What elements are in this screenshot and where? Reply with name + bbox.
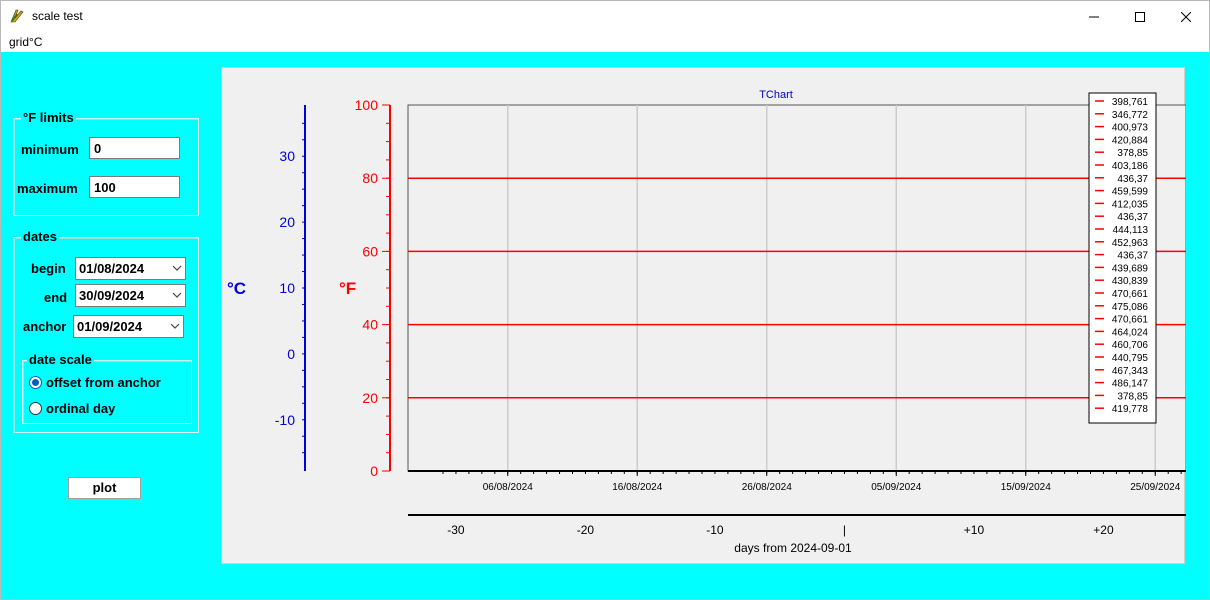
- minimize-button[interactable]: [1071, 1, 1117, 32]
- celsius-tick-label: -10: [275, 412, 295, 428]
- legend-entry-label: 436,37: [1117, 212, 1148, 223]
- maximize-button[interactable]: [1117, 1, 1163, 32]
- offset-tick-label: |: [843, 523, 846, 537]
- fahrenheit-tick-label: 100: [355, 97, 379, 113]
- chevron-down-icon: [172, 292, 182, 298]
- close-icon: [1181, 11, 1191, 22]
- date-tick-label: 05/09/2024: [871, 482, 921, 493]
- legend-entry-label: 440,795: [1112, 353, 1149, 364]
- offset-tick-label: -30: [447, 523, 465, 537]
- radio-selected-icon: [29, 376, 42, 389]
- offset-tick-label: +20: [1093, 523, 1114, 537]
- legend-entry-label: 470,661: [1112, 289, 1149, 300]
- legend-entry-label: 467,343: [1112, 366, 1149, 377]
- fahrenheit-tick-label: 60: [362, 243, 378, 259]
- radio-unselected-icon: [29, 402, 42, 415]
- celsius-tick-label: 30: [279, 148, 295, 164]
- offset-tick-label: +10: [964, 523, 985, 537]
- chart: TChart °C °F days from 2024-09-01 06/08/…: [227, 89, 1186, 555]
- legend-entry-label: 444,113: [1113, 225, 1149, 236]
- app-icon: [10, 9, 24, 23]
- chart-panel: TChart °C °F days from 2024-09-01 06/08/…: [221, 67, 1186, 564]
- radio-offset-label: offset from anchor: [46, 375, 161, 390]
- celsius-tick-label: 0: [287, 346, 295, 362]
- legend-entry-label: 464,024: [1112, 327, 1149, 338]
- begin-label: begin: [31, 261, 66, 276]
- dates-group-title: dates: [21, 229, 59, 244]
- legend-entry-label: 346,772: [1112, 110, 1149, 121]
- legend-entry-label: 398,761: [1112, 97, 1149, 108]
- date-tick-label: 16/08/2024: [612, 482, 662, 493]
- date-tick-label: 26/08/2024: [742, 482, 792, 493]
- radio-ordinal-day[interactable]: ordinal day: [29, 401, 115, 416]
- anchor-date-value: 01/09/2024: [77, 319, 143, 334]
- chevron-down-icon: [170, 323, 180, 329]
- limits-group: [13, 118, 199, 216]
- chevron-down-icon: [172, 265, 182, 271]
- legend-entry-label: 436,37: [1117, 251, 1148, 262]
- offset-tick-label: -20: [577, 523, 595, 537]
- menu-bar: grid°C: [1, 32, 1209, 52]
- maximum-input[interactable]: [89, 176, 180, 198]
- maximum-label: maximum: [17, 181, 78, 196]
- plot-area: [407, 104, 1186, 472]
- anchor-date-picker[interactable]: 01/09/2024: [73, 315, 184, 338]
- celsius-tick-label: 10: [279, 280, 295, 296]
- legend-entry-label: 436,37: [1117, 174, 1148, 185]
- legend-entry-label: 378,85: [1117, 391, 1148, 402]
- legend-entry-label: 475,086: [1112, 302, 1149, 313]
- title-bar: scale test: [1, 1, 1209, 32]
- date-tick-label: 06/08/2024: [483, 482, 533, 493]
- chart-marks: 06/08/2024 16/08/2024 26/08/2024 05/09/2024…: [275, 92, 1186, 537]
- chart-title: TChart: [759, 89, 793, 101]
- anchor-label: anchor: [23, 319, 67, 334]
- celsius-tick-label: 20: [279, 214, 295, 230]
- plot-button[interactable]: plot: [68, 477, 141, 499]
- end-date-value: 30/09/2024: [79, 288, 145, 303]
- legend-entry-label: 452,963: [1112, 238, 1149, 249]
- radio-ordinal-label: ordinal day: [46, 401, 116, 416]
- window-title: scale test: [32, 9, 83, 23]
- legend-entry-label: 470,661: [1112, 315, 1149, 326]
- legend-entry-label: 460,706: [1112, 340, 1149, 351]
- celsius-axis-label: °C: [227, 279, 246, 298]
- legend-entry-label: 486,147: [1112, 379, 1149, 390]
- minimum-label: minimum: [21, 142, 79, 157]
- legend-entry-label: 419,778: [1112, 404, 1149, 415]
- legend-entry-label: 459,599: [1112, 187, 1149, 198]
- offset-tick-label: -10: [706, 523, 724, 537]
- limits-group-title: °F limits: [21, 110, 76, 125]
- menu-item-grid[interactable]: grid°C: [9, 35, 42, 49]
- radio-offset-from-anchor[interactable]: offset from anchor: [29, 375, 161, 390]
- begin-date-value: 01/08/2024: [79, 261, 145, 276]
- legend-entry-label: 420,884: [1112, 135, 1149, 146]
- minimize-icon: [1089, 16, 1099, 17]
- legend-entry-label: 400,973: [1112, 123, 1149, 134]
- end-label: end: [44, 290, 68, 305]
- close-button[interactable]: [1163, 1, 1209, 32]
- date-tick-label: 25/09/2024: [1130, 482, 1180, 493]
- date-tick-label: 15/09/2024: [1001, 482, 1051, 493]
- fahrenheit-tick-label: 40: [362, 317, 378, 333]
- legend-entry-label: 430,839: [1112, 276, 1149, 287]
- app-window: scale test grid°C °F limits minimum maxi…: [0, 0, 1210, 600]
- maximize-icon: [1135, 11, 1145, 22]
- minimum-input[interactable]: [89, 137, 180, 159]
- offset-axis-title: days from 2024-09-01: [734, 541, 852, 555]
- legend-entry-label: 412,035: [1112, 199, 1149, 210]
- fahrenheit-tick-label: 0: [370, 463, 378, 479]
- legend-entry-label: 439,689: [1112, 263, 1149, 274]
- end-date-picker[interactable]: 30/09/2024: [75, 284, 186, 307]
- fahrenheit-tick-label: 20: [362, 390, 378, 406]
- legend-entry-label: 378,85: [1117, 148, 1148, 159]
- date-scale-group-title: date scale: [27, 352, 94, 367]
- fahrenheit-axis-label: °F: [339, 279, 356, 298]
- begin-date-picker[interactable]: 01/08/2024: [75, 257, 186, 280]
- legend-entry-label: 403,186: [1112, 161, 1149, 172]
- fahrenheit-tick-label: 80: [362, 170, 378, 186]
